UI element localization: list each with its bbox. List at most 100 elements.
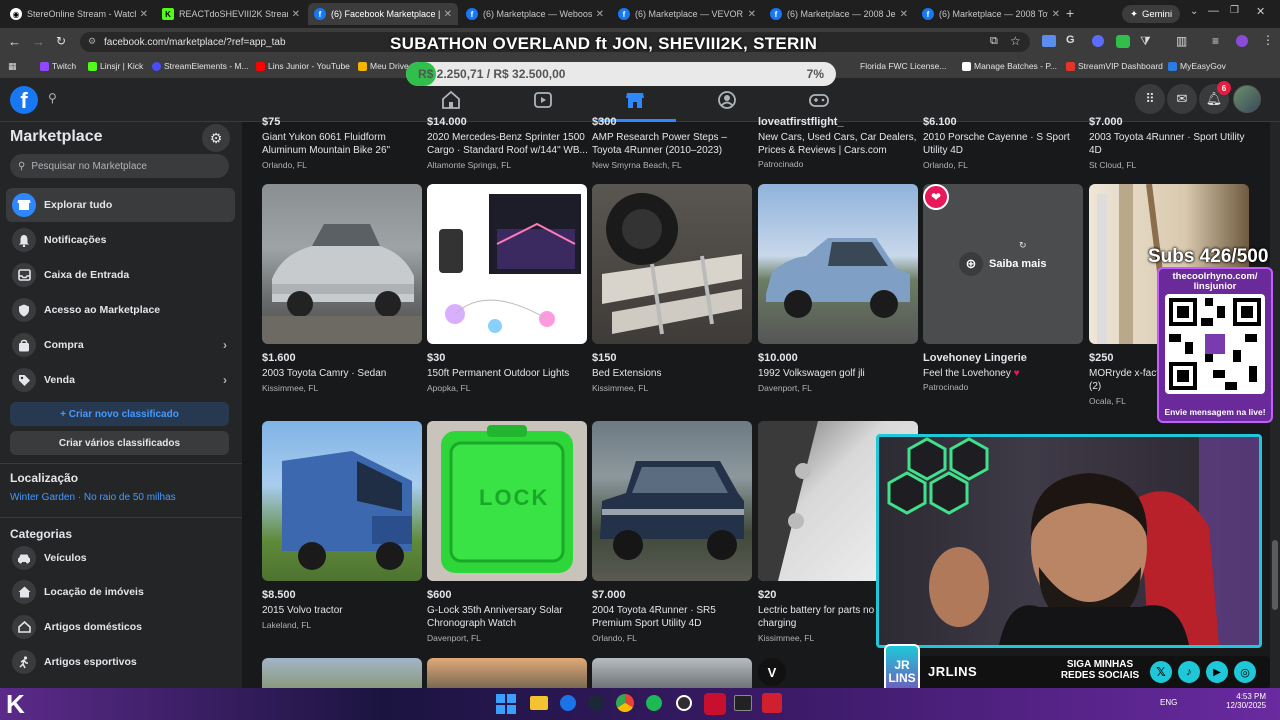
sidebar-item-explorar[interactable]: Explorar tudo [6, 188, 235, 222]
clock[interactable]: 4:53 PM 12/30/2025 [1226, 692, 1266, 710]
terminal-icon[interactable] [734, 695, 752, 711]
listing-title: Giant Yukon 6061 Fluidform Aluminum Moun… [262, 132, 391, 156]
messenger-button[interactable]: ✉ [1167, 84, 1197, 114]
close-icon[interactable]: ✕ [1052, 9, 1060, 20]
marketplace-nav-icon[interactable] [624, 90, 646, 110]
category-domesticos[interactable]: Artigos domésticos [6, 610, 235, 644]
groups-nav-icon[interactable] [716, 90, 738, 110]
listing-card[interactable]: $150 Bed Extensions Kissimmee, FL [592, 184, 752, 404]
restore-icon[interactable]: ❐ [1230, 5, 1239, 16]
marketplace-search-input[interactable]: ⚲ Pesquisar no Marketplace [10, 154, 229, 178]
close-icon[interactable]: ✕ [900, 9, 908, 20]
listing-card[interactable]: $7.000 2004 Toyota 4Runner · SR5 Premium… [592, 421, 752, 643]
apps-grid-icon[interactable]: ▦ [8, 61, 17, 72]
browser-tab[interactable]: f (6) Marketplace — VEVOR ai ✕ [612, 3, 762, 25]
back-icon[interactable]: ← [8, 34, 21, 49]
obs-icon[interactable] [676, 695, 692, 711]
windows-start-icon[interactable] [496, 694, 516, 714]
scrollbar-thumb[interactable] [1272, 540, 1278, 610]
browser-tab[interactable]: f (6) Marketplace — 2008 Toyo ✕ [916, 3, 1066, 25]
sidebar-item-caixa-entrada[interactable]: Caixa de Entrada [6, 258, 235, 292]
browser-tab-active[interactable]: f (6) Facebook Marketplace | F ✕ [308, 3, 458, 25]
app-icon[interactable] [762, 693, 782, 713]
close-icon[interactable]: ✕ [292, 9, 300, 20]
menu-grid-button[interactable]: ⠿ [1135, 84, 1165, 114]
bookmark-drive[interactable]: Meu Drive [358, 61, 409, 71]
gaming-nav-icon[interactable] [808, 90, 830, 110]
tab-search-icon[interactable]: ⌄ [1190, 6, 1198, 17]
language-indicator[interactable]: ENG [1160, 698, 1177, 707]
bookmark-kick[interactable]: Linsjr | Kick [88, 61, 143, 71]
browser-tab[interactable]: K REACTdoSHEVIII2K Stream - ✕ [156, 3, 306, 25]
listing-price: $75 [262, 116, 281, 128]
install-app-icon[interactable]: ⧉ [990, 35, 998, 48]
facebook-logo-icon[interactable]: f [10, 86, 38, 114]
bookmark-myeasygov[interactable]: MyEasyGov [1168, 61, 1226, 71]
bookmark-youtube[interactable]: Lins Junior - YouTube [256, 61, 350, 71]
sidebar-item-label: Notificações [44, 234, 107, 246]
extension-icon[interactable] [1042, 35, 1056, 47]
file-explorer-icon[interactable] [530, 696, 548, 710]
listing-photo[interactable] [262, 658, 422, 688]
extension-icon[interactable] [1116, 35, 1130, 48]
bookmark-fwc[interactable]: Florida FWC License... [860, 61, 946, 71]
extensions-puzzle-icon[interactable]: ⧩ [1140, 34, 1151, 49]
new-tab-plus-icon[interactable]: + [1066, 5, 1074, 21]
listing-card[interactable]: LOCK $600 G-Lock 35th Anniversary Solar … [427, 421, 587, 643]
bookmark-streamelements[interactable]: StreamElements - M... [152, 61, 249, 71]
browser-tab[interactable]: ◉ StereOnline Stream - Watch L ✕ [4, 3, 154, 25]
listing-photo[interactable] [427, 658, 587, 688]
browser-tab[interactable]: f (6) Marketplace — 2008 Jeep ✕ [764, 3, 914, 25]
listing-card[interactable]: Permanent Outdoor Eaves Lights 150FT $30… [427, 184, 587, 404]
side-panel-icon[interactable]: ▥ [1176, 34, 1187, 48]
app-icon[interactable] [704, 693, 726, 715]
search-icon[interactable]: ⚲ [48, 91, 57, 105]
sidebar-item-notificacoes[interactable]: Notificações [6, 223, 235, 257]
listing-card[interactable]: $10.000 1992 Volkswagen golf jli Davenpo… [758, 184, 918, 404]
settings-button[interactable]: ⚙ [202, 124, 230, 152]
learn-more-button[interactable]: ⊕ Saiba mais [959, 252, 1046, 276]
listing-card[interactable]: $1.600 2003 Toyota Camry · Sedan Kissimm… [262, 184, 422, 404]
chrome-icon[interactable] [616, 694, 634, 712]
create-listing-button[interactable]: + Criar novo classificado [10, 402, 229, 426]
category-veiculos[interactable]: Veículos [6, 541, 235, 575]
extension-icon[interactable] [1092, 35, 1104, 47]
edge-icon[interactable] [560, 695, 576, 711]
video-nav-icon[interactable] [532, 90, 554, 110]
category-locacao[interactable]: Locação de imóveis [6, 575, 235, 609]
sidebar-item-acesso[interactable]: Acesso ao Marketplace [6, 293, 235, 327]
bookmark-batches[interactable]: Manage Batches - P... [962, 61, 1057, 71]
category-esportivos[interactable]: Artigos esportivos [6, 645, 235, 679]
close-icon[interactable]: ✕ [444, 9, 452, 20]
avatar[interactable] [1233, 85, 1261, 113]
profile-icon[interactable] [1236, 35, 1248, 47]
home-nav-icon[interactable] [440, 90, 462, 110]
sidebar-item-label: Venda [44, 374, 75, 386]
sponsored-card[interactable]: ❤ ↻ ⊕ Saiba mais Lovehoney Lingerie Feel… [923, 184, 1083, 404]
close-icon[interactable]: ✕ [748, 9, 756, 20]
browser-menu-icon[interactable]: ⋮ [1262, 33, 1274, 47]
close-icon[interactable]: ✕ [140, 9, 148, 20]
bookmark-twitch[interactable]: Twitch [40, 61, 76, 71]
sidebar-item-compra[interactable]: Compra › [6, 328, 235, 362]
sidebar-item-venda[interactable]: Venda › [6, 363, 235, 397]
gemini-button[interactable]: ✦ Gemini [1122, 5, 1181, 23]
qr-code [1165, 294, 1265, 394]
window-close-icon[interactable]: ✕ [1256, 5, 1265, 18]
close-icon[interactable]: ✕ [596, 9, 604, 20]
bookmark-star-icon[interactable]: ☆ [1010, 34, 1021, 48]
media-controls-icon[interactable]: ≡ [1212, 34, 1219, 48]
browser-tab[interactable]: f (6) Marketplace — Weboost ✕ [460, 3, 610, 25]
reload-icon[interactable]: ↻ [56, 34, 66, 48]
location-filter-link[interactable]: Winter Garden · No raio de 50 milhas [10, 492, 176, 503]
site-info-icon[interactable]: ⚙ [88, 36, 96, 47]
forward-icon[interactable]: → [32, 34, 45, 49]
listing-photo[interactable] [592, 658, 752, 688]
minimize-icon[interactable]: — [1208, 5, 1219, 17]
google-extension-icon[interactable]: G [1066, 34, 1075, 46]
create-multiple-listings-button[interactable]: Criar vários classificados [10, 431, 229, 455]
spotify-icon[interactable] [646, 695, 662, 711]
bookmark-streamvip[interactable]: StreamVIP Dashboard [1066, 61, 1163, 71]
listing-card[interactable]: $8.500 2015 Volvo tractor Lakeland, FL [262, 421, 422, 641]
steam-icon[interactable] [588, 695, 604, 711]
